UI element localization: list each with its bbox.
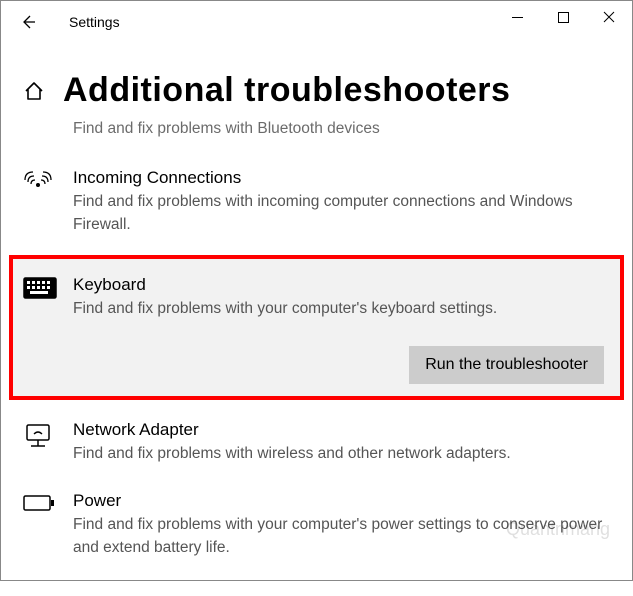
troubleshooter-item-keyboard-selected: Keyboard Find and fix problems with your… xyxy=(9,255,624,400)
network-adapter-icon xyxy=(23,422,53,450)
item-desc: Find and fix problems with your computer… xyxy=(73,513,610,560)
cutoff-item-desc: Find and fix problems with Bluetooth dev… xyxy=(73,120,610,138)
home-button[interactable] xyxy=(23,80,45,102)
power-icon xyxy=(23,493,55,513)
run-troubleshooter-button[interactable]: Run the troubleshooter xyxy=(409,346,604,384)
cutoff-item xyxy=(73,578,610,596)
minimize-button[interactable] xyxy=(494,1,540,33)
troubleshooter-list: Find and fix problems with Bluetooth dev… xyxy=(1,120,632,596)
back-button[interactable] xyxy=(13,7,43,37)
page-header: Additional troubleshooters xyxy=(1,43,632,120)
item-title: Keyboard xyxy=(73,275,610,295)
item-title: Power xyxy=(73,491,610,511)
item-desc: Find and fix problems with incoming comp… xyxy=(73,190,610,237)
item-title: Incoming Connections xyxy=(73,168,610,188)
window-controls xyxy=(494,1,632,33)
close-icon xyxy=(603,11,615,23)
troubleshooter-item-network-adapter[interactable]: Network Adapter Find and fix problems wi… xyxy=(23,412,610,483)
item-desc: Find and fix problems with your computer… xyxy=(73,297,610,320)
page-title: Additional troubleshooters xyxy=(63,71,510,110)
item-title: Network Adapter xyxy=(73,420,610,440)
title-bar: Settings xyxy=(1,1,632,43)
close-button[interactable] xyxy=(586,1,632,33)
maximize-button[interactable] xyxy=(540,1,586,33)
item-desc: Find and fix problems with wireless and … xyxy=(73,442,610,465)
window-title: Settings xyxy=(69,14,120,30)
incoming-connections-icon xyxy=(23,170,53,196)
keyboard-icon xyxy=(23,277,57,299)
troubleshooter-item-keyboard[interactable]: Keyboard Find and fix problems with your… xyxy=(23,267,610,328)
troubleshooter-item-incoming-connections[interactable]: Incoming Connections Find and fix proble… xyxy=(23,160,610,255)
minimize-icon xyxy=(512,12,523,23)
troubleshooter-item-power[interactable]: Power Find and fix problems with your co… xyxy=(23,483,610,578)
maximize-icon xyxy=(558,12,569,23)
arrow-left-icon xyxy=(19,13,37,31)
home-icon xyxy=(23,80,45,102)
